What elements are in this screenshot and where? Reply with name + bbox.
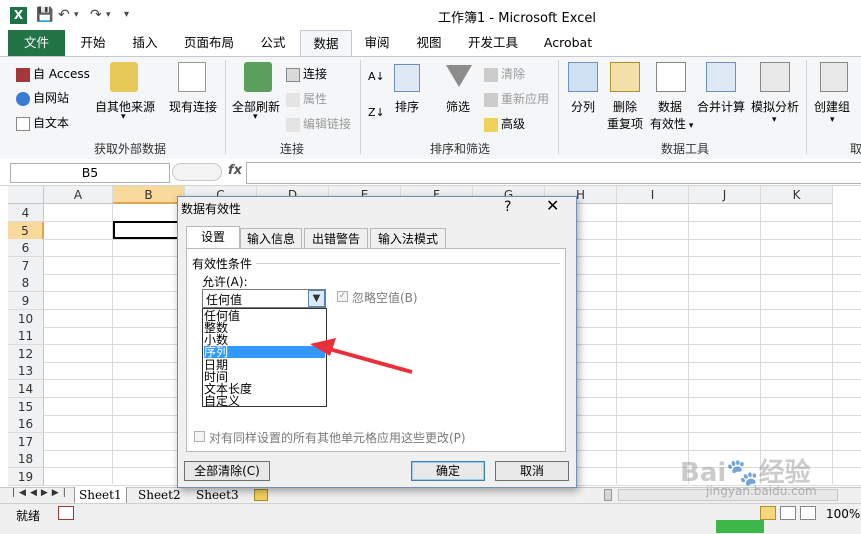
arrow-head bbox=[310, 338, 336, 356]
annotation-arrow bbox=[310, 338, 413, 374]
arrow-shaft bbox=[321, 345, 413, 374]
